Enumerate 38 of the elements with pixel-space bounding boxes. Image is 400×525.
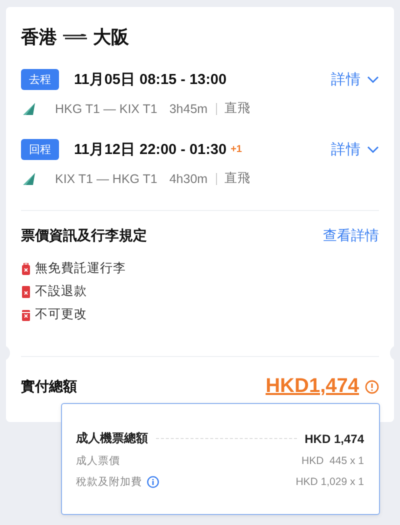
total-amount[interactable]: HKD1,474	[266, 375, 359, 398]
trip-badge: 回程	[21, 139, 59, 160]
breakdown-value: HKD 445 x 1	[302, 455, 364, 467]
breakdown-value: HKD 1,029 x 1	[296, 476, 364, 488]
breakdown-amount: HKD 1,474	[304, 432, 364, 446]
luggage-icon	[21, 262, 31, 274]
flight-route: HKG T1 — KIX T1	[55, 102, 158, 116]
chevron-down-icon	[367, 76, 379, 84]
flight-type: 直飛	[224, 170, 251, 187]
flight-route: KIX T1 — HKG T1	[55, 172, 158, 186]
ticket-icon	[21, 286, 31, 298]
section-title: 票價資訊及行李規定	[21, 227, 147, 245]
breakdown-title: 成人機票總額	[76, 430, 148, 447]
chevron-down-icon	[367, 146, 379, 154]
airline-logo-icon	[23, 172, 37, 184]
fare-rule: 不可更改	[35, 306, 87, 323]
breakdown-label: 成人票價	[76, 454, 120, 468]
info-icon[interactable]	[147, 476, 159, 488]
calendar-icon	[21, 308, 31, 320]
flight-duration: 3h45m	[169, 102, 208, 116]
fare-rule: 不設退款	[35, 283, 87, 300]
flight-type: 直飛	[224, 100, 251, 117]
details-link[interactable]: 詳情	[331, 70, 379, 89]
fare-rule: 無免費託運行李	[35, 260, 126, 277]
info-icon[interactable]	[365, 380, 379, 394]
total-label: 實付總額	[21, 378, 77, 396]
destination-city: 大阪	[93, 26, 129, 49]
round-trip-icon	[63, 34, 87, 40]
day-offset: +1	[230, 144, 242, 155]
trip-badge: 去程	[21, 69, 59, 90]
breakdown-label: 稅款及附加費	[76, 475, 142, 489]
airline-logo-icon	[23, 102, 37, 114]
details-link[interactable]: 詳情	[331, 140, 379, 159]
flight-duration: 4h30m	[169, 172, 208, 186]
flight-date-time: 11月05日 08:15 - 13:00	[74, 71, 227, 89]
origin-city: 香港	[21, 26, 57, 49]
flight-date-time: 11月12日 22:00 - 01:30	[74, 141, 227, 159]
view-details-link[interactable]: 查看詳情	[323, 227, 379, 245]
